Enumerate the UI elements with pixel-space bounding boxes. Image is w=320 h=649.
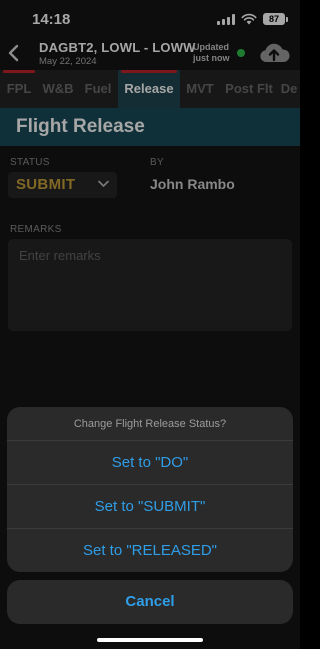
home-indicator[interactable] — [97, 638, 203, 642]
action-sheet: Change Flight Release Status? Set to "DO… — [7, 407, 293, 572]
screen: 14:18 87 DAGBT2, LOWL - LOWW May 22, 202… — [0, 0, 300, 649]
set-released-button[interactable]: Set to "RELEASED" — [7, 529, 293, 572]
set-do-button[interactable]: Set to "DO" — [7, 441, 293, 485]
action-sheet-title: Change Flight Release Status? — [7, 407, 293, 441]
cancel-button[interactable]: Cancel — [7, 580, 293, 624]
set-submit-button[interactable]: Set to "SUBMIT" — [7, 485, 293, 529]
